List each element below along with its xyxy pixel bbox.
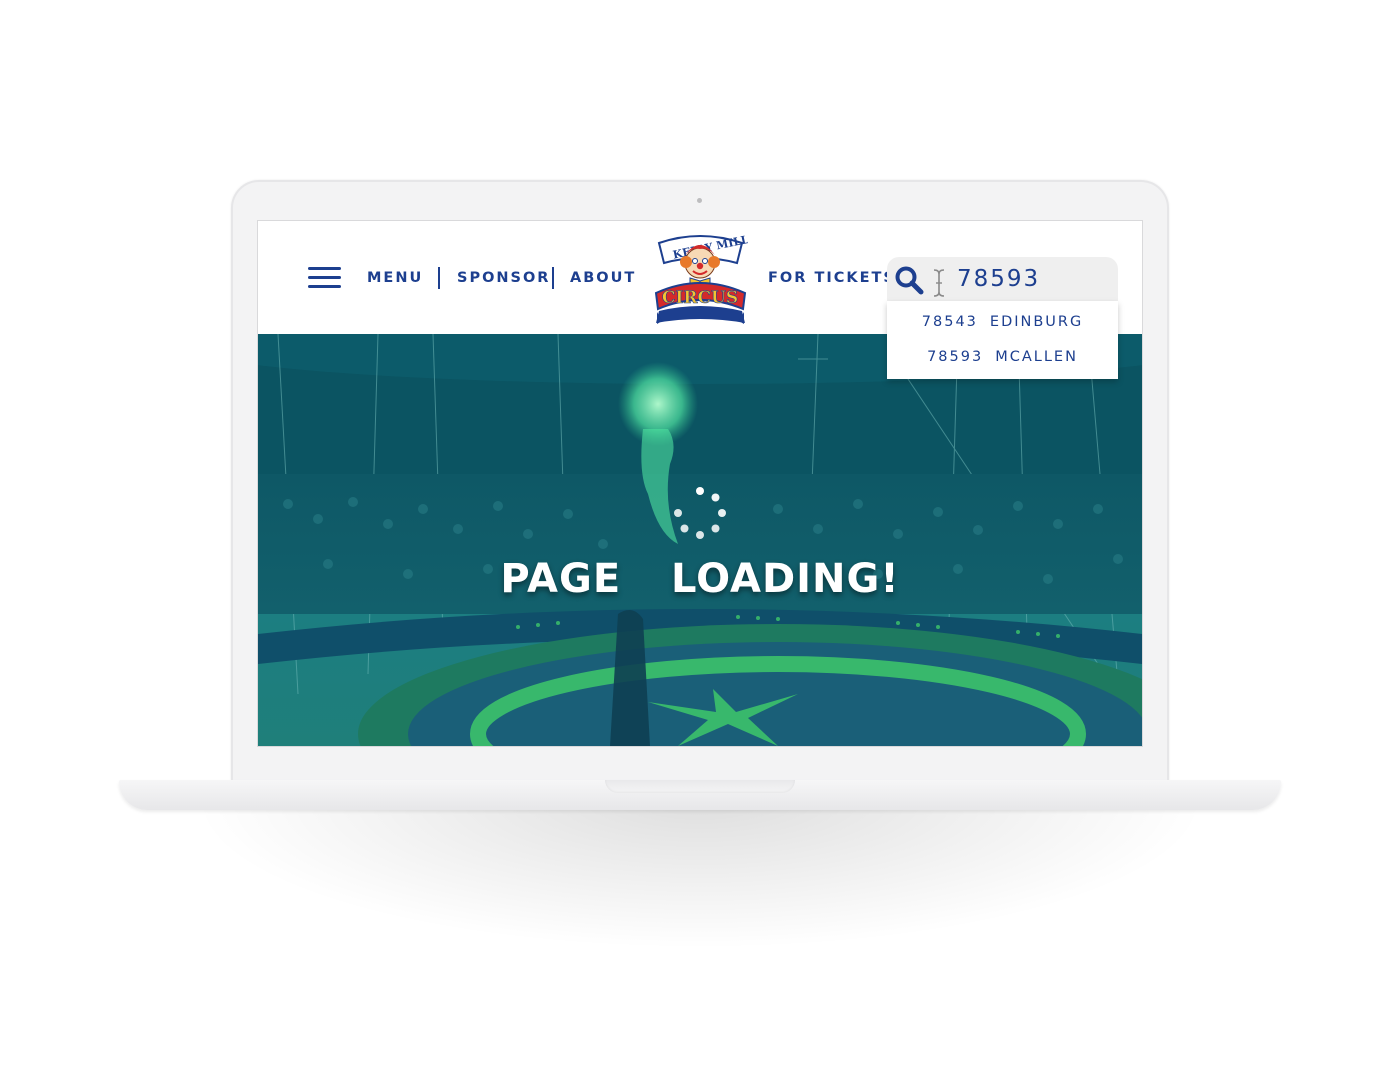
suggestion-city: EDINBURG bbox=[989, 314, 1084, 330]
laptop-shadow bbox=[190, 800, 1210, 950]
laptop-base-notch bbox=[605, 780, 795, 793]
nav-sponsor[interactable]: SPONSOR bbox=[457, 270, 550, 286]
nav-separator bbox=[552, 267, 554, 289]
suggestion-zip: 78543 bbox=[921, 314, 978, 330]
hamburger-icon[interactable] bbox=[308, 267, 341, 289]
nav-about[interactable]: ABOUT bbox=[570, 270, 636, 286]
zip-search-box[interactable] bbox=[887, 257, 1118, 301]
zip-suggestions-dropdown: 78543 EDINBURG 78593 MCALLEN bbox=[887, 301, 1118, 379]
laptop-camera bbox=[697, 198, 702, 203]
clown-logo[interactable]: KELLY MILLER CIRCUS bbox=[653, 233, 748, 325]
laptop-screen: MENU SPONSOR ABOUT KELLY MILLER CIRCUS F… bbox=[258, 221, 1142, 746]
nav-separator bbox=[438, 267, 440, 289]
site-header: MENU SPONSOR ABOUT KELLY MILLER CIRCUS F… bbox=[258, 221, 1142, 379]
nav-for-tickets[interactable]: FOR TICKETS bbox=[768, 270, 896, 286]
nav-menu[interactable]: MENU bbox=[367, 270, 423, 286]
suggestion-city: MCALLEN bbox=[995, 349, 1078, 365]
page-loading-text: PAGE LOADING! bbox=[500, 556, 900, 602]
text-cursor-icon bbox=[933, 269, 945, 297]
suggestion-item-mcallen[interactable]: 78593 MCALLEN bbox=[887, 349, 1118, 365]
zip-search-input[interactable] bbox=[957, 263, 1107, 295]
suggestion-item-edinburg[interactable]: 78543 EDINBURG bbox=[887, 314, 1118, 330]
hero-loading-section: PAGE LOADING! bbox=[258, 334, 1142, 746]
loading-spinner-icon bbox=[674, 487, 726, 539]
suggestion-zip: 78593 bbox=[927, 349, 984, 365]
logo-circus-text: CIRCUS bbox=[662, 288, 738, 308]
search-icon[interactable] bbox=[894, 265, 924, 295]
